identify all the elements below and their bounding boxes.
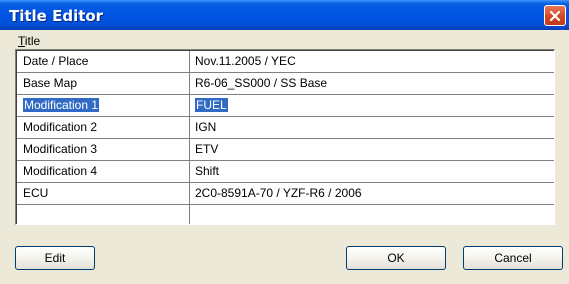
title-bar[interactable]: Title Editor <box>0 0 569 30</box>
menu-title[interactable]: Title <box>18 34 40 48</box>
row-value[interactable]: Nov.11.2005 / YEC <box>195 51 551 72</box>
menu-bar: Title <box>0 30 569 51</box>
grid-frame: Date / Place Nov.11.2005 / YEC Base Map … <box>16 50 554 224</box>
row-value[interactable]: 2C0-8591A-70 / YZF-R6 / 2006 <box>195 183 551 204</box>
row-value[interactable]: R6-06_SS000 / SS Base <box>195 73 551 94</box>
title-editor-window: { "window": { "title": "Title Editor", "… <box>0 0 569 284</box>
grid-row-modification-4[interactable]: Modification 4 Shift <box>17 161 554 183</box>
row-label: Modification 2 <box>23 120 98 134</box>
row-value[interactable]: FUEL <box>195 95 551 116</box>
row-label: Modification 4 <box>23 164 98 178</box>
row-label: Modification 3 <box>23 142 98 156</box>
row-value[interactable]: ETV <box>195 139 551 160</box>
grid-row-modification-2[interactable]: Modification 2 IGN <box>17 117 554 139</box>
grid-row-modification-1[interactable]: Modification 1 FUEL <box>17 95 554 117</box>
edit-button[interactable]: Edit <box>15 246 95 270</box>
row-label: ECU <box>23 186 49 200</box>
grid-row-modification-3[interactable]: Modification 3 ETV <box>17 139 554 161</box>
grid-row-base-map[interactable]: Base Map R6-06_SS000 / SS Base <box>17 73 554 95</box>
row-label: Base Map <box>23 76 78 90</box>
grid-row-ecu[interactable]: ECU 2C0-8591A-70 / YZF-R6 / 2006 <box>17 183 554 205</box>
close-button[interactable] <box>544 5 566 26</box>
title-grid: Date / Place Nov.11.2005 / YEC Base Map … <box>15 49 555 225</box>
grid-row-date-place[interactable]: Date / Place Nov.11.2005 / YEC <box>17 51 554 73</box>
row-label: Modification 1 <box>23 98 100 112</box>
row-value[interactable]: IGN <box>195 117 551 138</box>
row-label: Date / Place <box>23 54 89 68</box>
ok-button[interactable]: OK <box>346 246 446 270</box>
row-value[interactable]: Shift <box>195 161 551 182</box>
cancel-button[interactable]: Cancel <box>463 246 563 270</box>
close-icon <box>549 10 561 22</box>
window-title: Title Editor <box>9 7 104 25</box>
